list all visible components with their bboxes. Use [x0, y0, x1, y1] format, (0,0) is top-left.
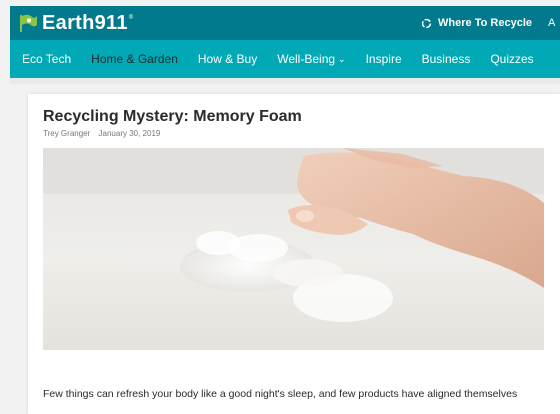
site-logo[interactable]: Earth911 ®	[18, 12, 133, 35]
nav-shadow-strip	[10, 78, 560, 84]
publish-date: January 30, 2019	[98, 129, 161, 138]
nav-quizzes-label: Quizzes	[490, 52, 534, 66]
author-name[interactable]: Trey Granger	[43, 129, 90, 138]
chevron-down-icon: ⌄	[338, 53, 346, 64]
where-to-recycle-label: Where To Recycle	[438, 17, 532, 29]
nav-well-being[interactable]: Well-Being ⌄	[277, 52, 345, 66]
article-intro: Few things can refresh your body like a …	[43, 387, 518, 400]
logo-registered-mark: ®	[128, 15, 134, 21]
byline: Trey Granger January 30, 2019	[43, 129, 160, 138]
nav-how-buy-label: How & Buy	[197, 52, 258, 66]
recycle-icon	[421, 18, 432, 28]
memory-foam-hand-photo	[43, 148, 544, 350]
nav-home-garden[interactable]: Home & Garden	[91, 52, 178, 66]
nav-business-label: Business	[421, 52, 471, 66]
hero-image	[43, 148, 544, 350]
nav-quizzes[interactable]: Quizzes	[490, 52, 533, 66]
nav-inspire-label: Inspire	[365, 52, 402, 66]
article-card: Recycling Mystery: Memory Foam Trey Gran…	[28, 94, 560, 414]
nav-business[interactable]: Business	[422, 52, 471, 66]
article-title: Recycling Mystery: Memory Foam	[43, 108, 302, 125]
nav-inspire[interactable]: Inspire	[366, 52, 402, 66]
nav-eco-tech[interactable]: Eco Tech	[22, 52, 71, 66]
nav-well-being-label: Well-Being	[277, 52, 336, 66]
where-to-recycle-link[interactable]: Where To Recycle	[421, 6, 532, 40]
flag-logo-icon	[20, 14, 37, 32]
truncated-header-text: A	[548, 17, 556, 29]
nav-eco-tech-label: Eco Tech	[22, 52, 72, 66]
logo-text: Earth911	[42, 11, 128, 34]
main-nav: Eco Tech Home & Garden How & Buy Well-Be…	[10, 40, 560, 78]
truncated-header-link[interactable]: A	[540, 6, 560, 40]
top-header: Earth911 ® Where To Recycle A	[10, 6, 560, 40]
nav-home-garden-label: Home & Garden	[91, 52, 178, 66]
nav-how-buy[interactable]: How & Buy	[198, 52, 257, 66]
